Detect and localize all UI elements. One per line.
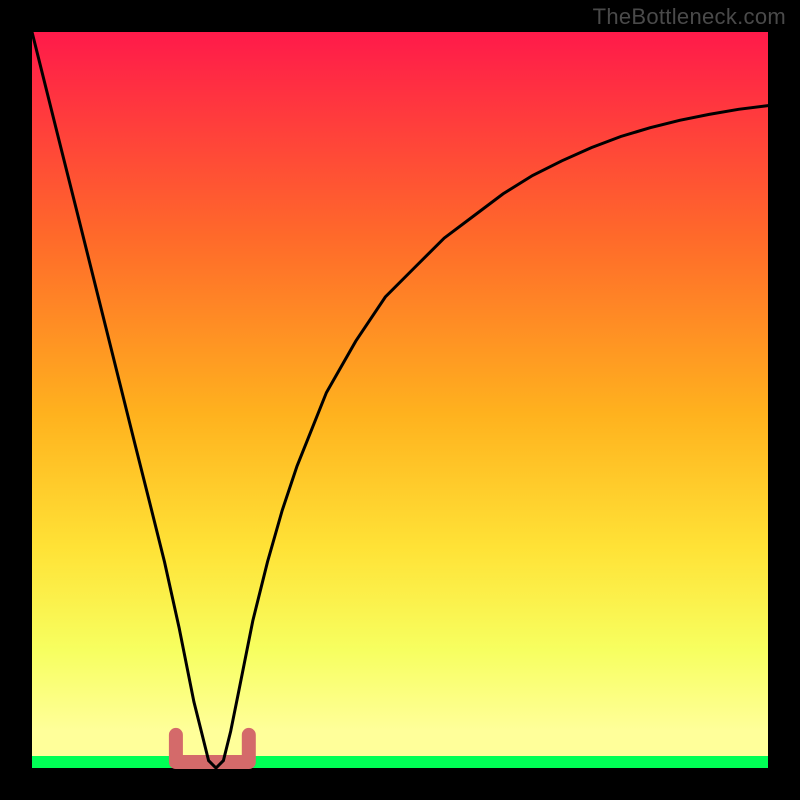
baseline-strip — [32, 756, 768, 768]
bottleneck-chart — [0, 0, 800, 800]
chart-frame: TheBottleneck.com — [0, 0, 800, 800]
plot-background — [32, 32, 768, 768]
watermark-text: TheBottleneck.com — [593, 4, 786, 30]
